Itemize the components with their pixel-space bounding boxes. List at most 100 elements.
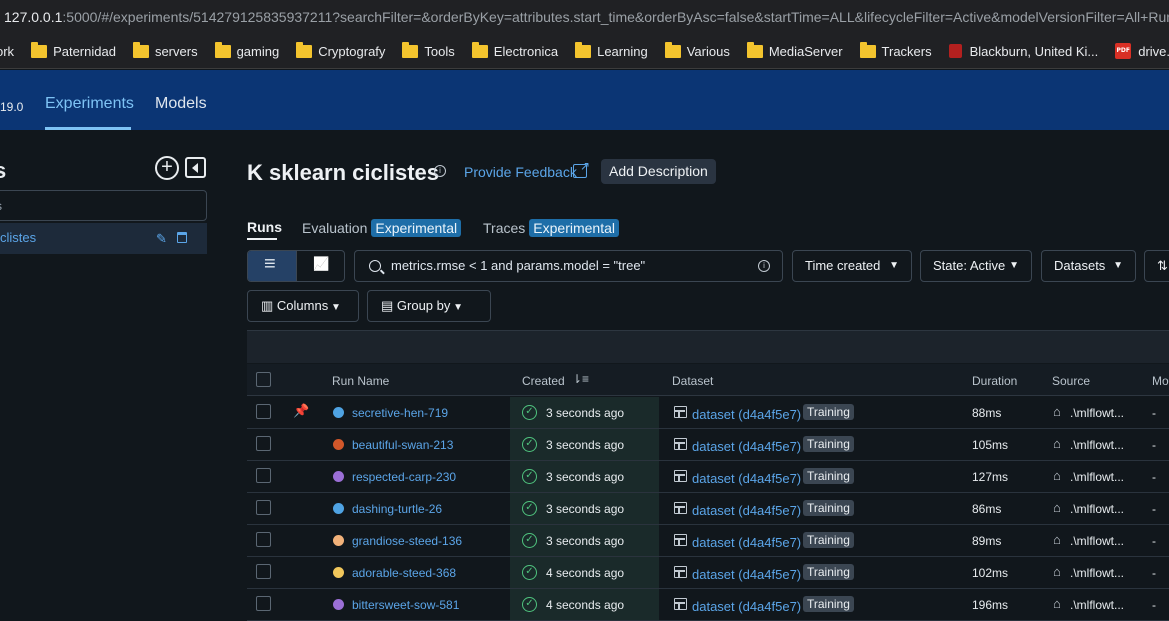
dataset-link[interactable]: dataset (d4a4f5e7) bbox=[692, 503, 801, 518]
bookmark-item[interactable]: Cryptografy bbox=[296, 41, 385, 59]
state-dropdown[interactable]: State: Active ▼ bbox=[920, 250, 1032, 282]
sort-desc-icon[interactable]: ⇂≡ bbox=[572, 372, 589, 386]
bookmark-item[interactable]: gaming bbox=[214, 41, 279, 59]
bookmark-item[interactable]: ork bbox=[0, 44, 14, 59]
col-dataset[interactable]: Dataset bbox=[672, 374, 713, 388]
run-name-link[interactable]: respected-carp-230 bbox=[352, 470, 456, 484]
col-created[interactable]: Created bbox=[522, 374, 565, 388]
select-all-checkbox[interactable] bbox=[256, 372, 271, 387]
source-text[interactable]: .\mlflowt... bbox=[1070, 470, 1124, 484]
source-text[interactable]: .\mlflowt... bbox=[1070, 534, 1124, 548]
tab-evaluation[interactable]: Evaluation Experimental bbox=[302, 219, 462, 237]
run-name-link[interactable]: dashing-turtle-26 bbox=[352, 502, 442, 516]
add-experiment-icon[interactable]: + bbox=[155, 156, 179, 180]
run-name-link[interactable]: beautiful-swan-213 bbox=[352, 438, 453, 452]
edit-icon[interactable]: ✎ bbox=[156, 231, 167, 247]
dataset-link[interactable]: dataset (d4a4f5e7) bbox=[692, 471, 801, 486]
group-by-button[interactable]: ▤ Group by ▼ bbox=[367, 290, 491, 322]
col-run-name[interactable]: Run Name bbox=[332, 374, 389, 388]
run-name-link[interactable]: adorable-steed-368 bbox=[352, 566, 456, 580]
trash-icon[interactable] bbox=[177, 232, 187, 243]
sort-icon: ⇅ bbox=[1157, 258, 1168, 273]
source-text[interactable]: .\mlflowt... bbox=[1070, 438, 1124, 452]
columns-button[interactable]: ▥ Columns ▼ bbox=[247, 290, 359, 322]
duration-text: 88ms bbox=[972, 406, 1002, 420]
col-duration[interactable]: Duration bbox=[972, 374, 1017, 388]
source-text[interactable]: .\mlflowt... bbox=[1070, 502, 1124, 516]
bookmark-item[interactable]: MediaServer bbox=[746, 41, 843, 59]
pin-icon[interactable]: 📌 bbox=[293, 403, 309, 419]
tab-traces-label: Traces bbox=[483, 220, 526, 236]
chevron-down-icon: ▼ bbox=[889, 260, 899, 271]
list-view-icon[interactable] bbox=[248, 251, 297, 281]
table-row[interactable]: respected-carp-230 ✓ 3 seconds ago dataset … bbox=[247, 461, 1169, 493]
run-color-dot[interactable] bbox=[333, 439, 344, 450]
add-description-button[interactable]: Add Description bbox=[601, 159, 716, 184]
bookmark-item[interactable]: Tools bbox=[402, 41, 455, 59]
run-name-link[interactable]: grandiose-steed-136 bbox=[352, 534, 462, 548]
col-source[interactable]: Source bbox=[1052, 374, 1090, 388]
home-icon: ⌂ bbox=[1053, 532, 1061, 547]
source-text[interactable]: .\mlflowt... bbox=[1070, 566, 1124, 580]
tab-runs[interactable]: Runs bbox=[247, 219, 282, 235]
dataset-link[interactable]: dataset (d4a4f5e7) bbox=[692, 535, 801, 550]
provide-feedback-link[interactable]: Provide Feedback bbox=[464, 164, 577, 180]
collapse-sidebar-icon[interactable] bbox=[185, 157, 206, 178]
bookmark-item[interactable]: Trackers bbox=[859, 41, 932, 59]
info-icon[interactable]: i bbox=[434, 165, 446, 177]
run-name-link[interactable]: bittersweet-sow-581 bbox=[352, 598, 459, 612]
datasets-dropdown[interactable]: Datasets ▼ bbox=[1041, 250, 1136, 282]
bookmark-item[interactable]: PDF drive.google.com bbox=[1115, 43, 1169, 59]
bookmark-label: Electronica bbox=[493, 43, 559, 59]
run-color-dot[interactable] bbox=[333, 599, 344, 610]
time-created-dropdown[interactable]: Time created ▼ bbox=[792, 250, 912, 282]
tab-models[interactable]: Models bbox=[155, 95, 207, 113]
row-checkbox[interactable] bbox=[256, 500, 271, 515]
bookmark-item[interactable]: Blackburn, United Ki... bbox=[948, 44, 1098, 59]
sort-button[interactable]: ⇅ bbox=[1144, 250, 1169, 282]
sidebar-item-experiment[interactable]: clistes ✎ bbox=[0, 223, 207, 254]
chart-view-icon[interactable] bbox=[298, 251, 345, 281]
folder-icon bbox=[664, 41, 681, 58]
tab-experiments[interactable]: Experiments bbox=[45, 95, 134, 113]
external-link-icon[interactable] bbox=[573, 159, 590, 178]
table-row[interactable]: grandiose-steed-136 ✓ 3 seconds ago dataset… bbox=[247, 525, 1169, 557]
experiment-search-input[interactable]: s bbox=[0, 190, 207, 221]
run-color-dot[interactable] bbox=[333, 471, 344, 482]
run-name-link[interactable]: secretive-hen-719 bbox=[352, 406, 448, 420]
bookmark-label: ork bbox=[0, 43, 15, 59]
row-checkbox[interactable] bbox=[256, 436, 271, 451]
row-checkbox[interactable] bbox=[256, 468, 271, 483]
view-toggle bbox=[247, 250, 345, 282]
run-color-dot[interactable] bbox=[333, 407, 344, 418]
source-text[interactable]: .\mlflowt... bbox=[1070, 406, 1124, 420]
row-checkbox[interactable] bbox=[256, 596, 271, 611]
row-checkbox[interactable] bbox=[256, 532, 271, 547]
col-models[interactable]: Mo bbox=[1152, 374, 1169, 388]
dataset-link[interactable]: dataset (d4a4f5e7) bbox=[692, 567, 801, 582]
address-bar[interactable]: 127.0.0.1:5000/#/experiments/51427912583… bbox=[0, 0, 1169, 34]
table-row[interactable]: beautiful-swan-213 ✓ 3 seconds ago dataset … bbox=[247, 429, 1169, 461]
row-checkbox[interactable] bbox=[256, 564, 271, 579]
bookmark-item[interactable]: Electronica bbox=[471, 41, 559, 59]
table-row[interactable]: dashing-turtle-26 ✓ 3 seconds ago dataset (… bbox=[247, 493, 1169, 525]
source-text[interactable]: .\mlflowt... bbox=[1070, 598, 1124, 612]
bookmark-item[interactable]: Paternidad bbox=[31, 41, 116, 59]
run-color-dot[interactable] bbox=[333, 503, 344, 514]
table-row[interactable]: 📌 secretive-hen-719 ✓ 3 seconds ago dataset … bbox=[247, 397, 1169, 429]
row-checkbox[interactable] bbox=[256, 404, 271, 419]
run-color-dot[interactable] bbox=[333, 535, 344, 546]
dataset-link[interactable]: dataset (d4a4f5e7) bbox=[692, 439, 801, 454]
tab-traces[interactable]: Traces Experimental bbox=[483, 219, 619, 237]
search-help-icon[interactable]: i bbox=[758, 260, 770, 272]
table-row[interactable]: adorable-steed-368 ✓ 4 seconds ago dataset … bbox=[247, 557, 1169, 589]
bookmark-item[interactable]: servers bbox=[132, 41, 198, 59]
bookmark-item[interactable]: Learning bbox=[575, 41, 648, 59]
table-icon bbox=[674, 470, 687, 482]
table-row[interactable]: bittersweet-sow-581 ✓ 4 seconds ago dataset… bbox=[247, 589, 1169, 621]
run-search-input[interactable]: metrics.rmse < 1 and params.model = "tre… bbox=[354, 250, 783, 282]
dataset-link[interactable]: dataset (d4a4f5e7) bbox=[692, 599, 801, 614]
run-color-dot[interactable] bbox=[333, 567, 344, 578]
dataset-link[interactable]: dataset (d4a4f5e7) bbox=[692, 407, 801, 422]
bookmark-item[interactable]: Various bbox=[664, 41, 730, 59]
